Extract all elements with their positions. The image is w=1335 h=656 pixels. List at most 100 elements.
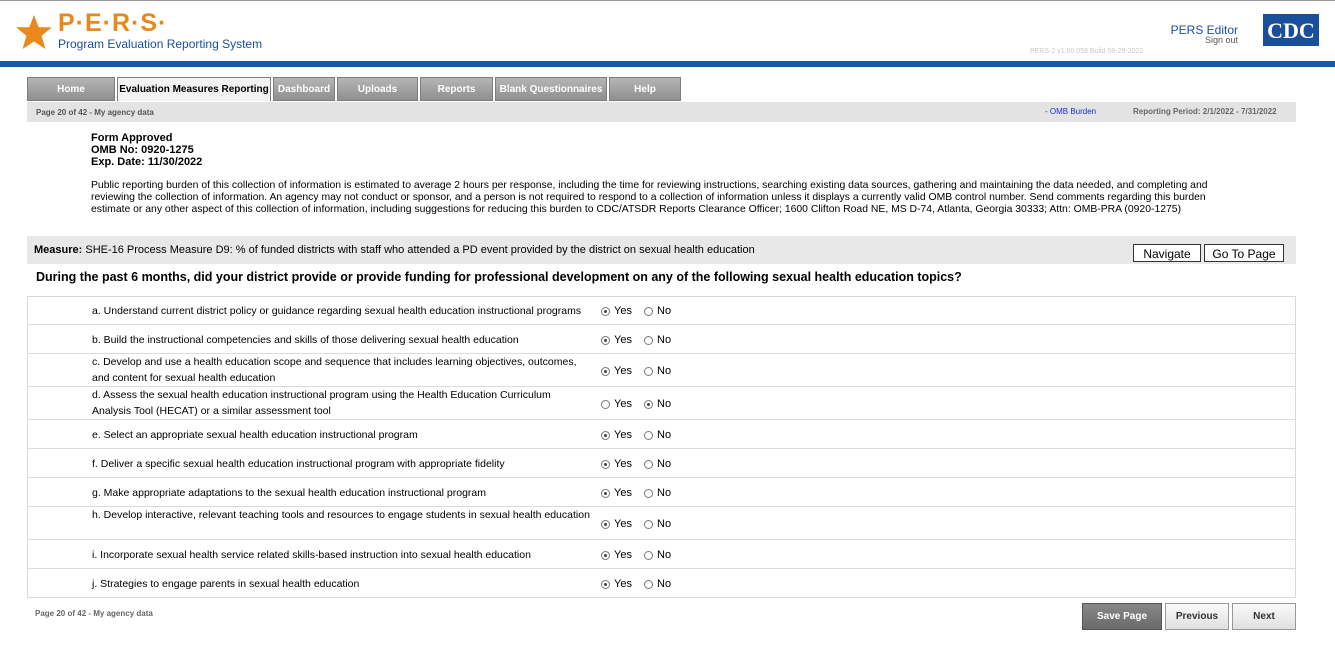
question-item-label: a. Understand current district policy or… xyxy=(92,305,582,317)
radio-label: No xyxy=(657,429,672,441)
cdc-logo: CDC xyxy=(1263,14,1319,46)
radio-label: Yes xyxy=(614,334,632,346)
radio-button-icon[interactable] xyxy=(601,430,610,440)
radio-label: Yes xyxy=(614,578,632,590)
tab-home[interactable]: Home xyxy=(27,77,115,101)
radio-button-icon[interactable] xyxy=(601,579,610,589)
radio-yes-option[interactable]: Yes xyxy=(601,487,632,499)
radio-label: Yes xyxy=(614,458,632,470)
radio-no-option[interactable]: No xyxy=(644,365,671,377)
header-divider xyxy=(0,61,1335,67)
save-page-button[interactable]: Save Page xyxy=(1082,603,1162,630)
radio-button-icon[interactable] xyxy=(644,335,653,345)
measure-text: Measure: SHE-16 Process Measure D9: % of… xyxy=(34,244,755,256)
radio-button-icon[interactable] xyxy=(644,459,653,469)
radio-label: No xyxy=(657,398,672,410)
version-info: PERS-2 v1.00.058 Build 08-29-2022 xyxy=(1030,48,1144,55)
question-row: i. Incorporate sexual health service rel… xyxy=(27,540,1296,569)
radio-no-option[interactable]: No xyxy=(644,487,671,499)
radio-no-option[interactable]: No xyxy=(644,458,671,470)
question-row: j. Strategies to engage parents in sexua… xyxy=(27,569,1296,598)
radio-label: No xyxy=(657,549,672,561)
radio-yes-option[interactable]: Yes xyxy=(601,365,632,377)
omb-burden-link[interactable]: - OMB Burden xyxy=(1045,107,1096,116)
top-border xyxy=(0,0,1335,1)
radio-no-option[interactable]: No xyxy=(644,578,671,590)
measure-label: Measure: xyxy=(34,244,83,256)
form-approval-info: Form Approved OMB No: 0920-1275 Exp. Dat… xyxy=(91,132,202,168)
radio-button-icon[interactable] xyxy=(644,550,653,560)
question-item-label: e. Select an appropriate sexual health e… xyxy=(92,429,418,441)
radio-button-icon[interactable] xyxy=(644,306,653,316)
question-row: d. Assess the sexual health education in… xyxy=(27,387,1296,420)
radio-label: Yes xyxy=(614,305,632,317)
question-item-label: h. Develop interactive, relevant teachin… xyxy=(92,509,590,521)
radio-no-option[interactable]: No xyxy=(644,549,671,561)
measure-bar: Measure: SHE-16 Process Measure D9: % of… xyxy=(27,236,1296,264)
question-row: a. Understand current district policy or… xyxy=(27,296,1296,325)
radio-button-icon[interactable] xyxy=(644,366,653,376)
radio-label: Yes xyxy=(614,549,632,561)
radio-no-option[interactable]: No xyxy=(644,429,671,441)
radio-yes-option[interactable]: Yes xyxy=(601,458,632,470)
question-item-label: b. Build the instructional competencies … xyxy=(92,334,519,346)
radio-button-icon[interactable] xyxy=(601,399,610,409)
page-info: Page 20 of 42 - My agency data xyxy=(36,108,154,117)
tab-evaluation-measures-reporting[interactable]: Evaluation Measures Reporting xyxy=(117,77,271,101)
question-item-label: g. Make appropriate adaptations to the s… xyxy=(92,487,486,499)
radio-label: No xyxy=(657,305,672,317)
radio-button-icon[interactable] xyxy=(644,430,653,440)
tab-dashboard[interactable]: Dashboard xyxy=(273,77,335,101)
radio-button-icon[interactable] xyxy=(644,579,653,589)
radio-button-icon[interactable] xyxy=(644,488,653,498)
radio-label: Yes xyxy=(614,487,632,499)
radio-no-option[interactable]: No xyxy=(644,305,671,317)
radio-label: No xyxy=(657,458,672,470)
radio-button-icon[interactable] xyxy=(601,459,610,469)
sign-out-link[interactable]: Sign out xyxy=(1205,35,1238,45)
question-row: f. Deliver a specific sexual health educ… xyxy=(27,449,1296,478)
radio-button-icon[interactable] xyxy=(601,519,610,529)
radio-label: Yes xyxy=(614,429,632,441)
radio-button-icon[interactable] xyxy=(644,399,653,409)
radio-label: No xyxy=(657,365,672,377)
radio-yes-option[interactable]: Yes xyxy=(601,549,632,561)
radio-button-icon[interactable] xyxy=(601,488,610,498)
radio-no-option[interactable]: No xyxy=(644,398,671,410)
radio-yes-option[interactable]: Yes xyxy=(601,518,632,530)
footer-page-info: Page 20 of 42 - My agency data xyxy=(35,609,153,618)
omb-number: OMB No: 0920-1275 xyxy=(91,144,194,156)
next-button[interactable]: Next xyxy=(1232,603,1296,630)
tab-blank-questionnaires[interactable]: Blank Questionnaires xyxy=(495,77,607,101)
burden-statement: Public reporting burden of this collecti… xyxy=(91,180,1208,215)
tab-uploads[interactable]: Uploads xyxy=(337,77,418,101)
question-text: During the past 6 months, did your distr… xyxy=(36,270,962,284)
radio-button-icon[interactable] xyxy=(601,366,610,376)
radio-button-icon[interactable] xyxy=(601,335,610,345)
radio-yes-option[interactable]: Yes xyxy=(601,429,632,441)
question-item-label: i. Incorporate sexual health service rel… xyxy=(92,549,531,561)
tab-help[interactable]: Help xyxy=(609,77,681,101)
radio-yes-option[interactable]: Yes xyxy=(601,305,632,317)
radio-button-icon[interactable] xyxy=(601,550,610,560)
navigate-button[interactable]: Navigate xyxy=(1133,244,1201,262)
question-item-label: c. Develop and use a health education sc… xyxy=(92,356,577,384)
radio-label: Yes xyxy=(614,365,632,377)
radio-button-icon[interactable] xyxy=(644,519,653,529)
go-to-page-button[interactable]: Go To Page xyxy=(1204,244,1284,262)
question-row: h. Develop interactive, relevant teachin… xyxy=(27,507,1296,540)
radio-yes-option[interactable]: Yes xyxy=(601,334,632,346)
radio-no-option[interactable]: No xyxy=(644,518,671,530)
radio-button-icon[interactable] xyxy=(601,306,610,316)
question-row: g. Make appropriate adaptations to the s… xyxy=(27,478,1296,507)
radio-yes-option[interactable]: Yes xyxy=(601,398,632,410)
radio-yes-option[interactable]: Yes xyxy=(601,578,632,590)
previous-button[interactable]: Previous xyxy=(1165,603,1229,630)
question-item-label: j. Strategies to engage parents in sexua… xyxy=(92,578,360,590)
question-row: e. Select an appropriate sexual health e… xyxy=(27,420,1296,449)
tab-reports[interactable]: Reports xyxy=(420,77,493,101)
radio-no-option[interactable]: No xyxy=(644,334,671,346)
radio-label: No xyxy=(657,578,672,590)
radio-label: No xyxy=(657,487,672,499)
question-item-label: d. Assess the sexual health education in… xyxy=(92,389,551,417)
